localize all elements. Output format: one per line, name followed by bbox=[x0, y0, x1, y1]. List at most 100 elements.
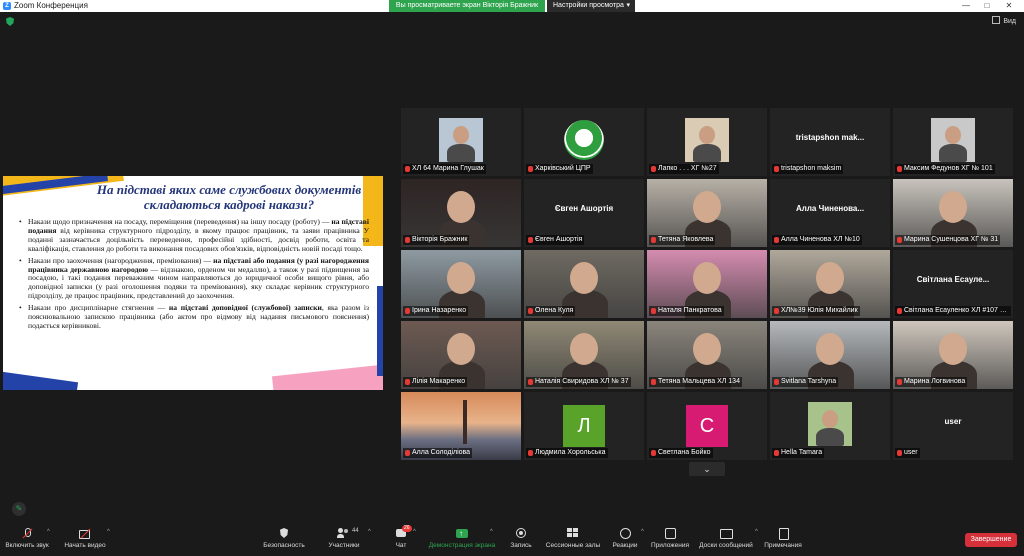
grid-icon bbox=[992, 16, 1001, 24]
breakout-rooms-button[interactable]: Сессионные залы bbox=[545, 526, 601, 554]
share-screen-label: Демонстрация экрана bbox=[428, 542, 496, 549]
participant-name-label: Наталя Панкратова bbox=[649, 306, 724, 316]
participant-tile[interactable]: Олена Куля bbox=[524, 250, 644, 318]
participant-name-label: Євген Ашортія bbox=[526, 235, 585, 245]
end-meeting-button[interactable]: Завершение bbox=[965, 533, 1017, 547]
whiteboards-button[interactable]: Доски сообщений ^ bbox=[698, 526, 758, 554]
caret-up-icon[interactable]: ^ bbox=[368, 529, 371, 535]
participant-silhouette bbox=[453, 126, 469, 144]
participant-name-label: user bbox=[895, 448, 920, 458]
whiteboard-icon bbox=[720, 528, 733, 539]
chat-label: Чат bbox=[395, 542, 407, 549]
participant-name-label: Алла Солоділіова bbox=[403, 448, 473, 458]
participant-tile[interactable]: ХЛ№39 Юлія Михайлик bbox=[770, 250, 890, 318]
chat-badge: 26 bbox=[402, 525, 412, 532]
breakout-rooms-label: Сессионные залы bbox=[545, 542, 601, 549]
participant-tile[interactable]: Алла Солоділіова bbox=[401, 392, 521, 460]
participant-tile[interactable]: Наталія Свиридова ХЛ № 37 bbox=[524, 321, 644, 389]
participant-name-label: Наталія Свиридова ХЛ № 37 bbox=[526, 377, 631, 387]
security-label: Безопасность bbox=[263, 542, 305, 549]
caret-up-icon[interactable]: ^ bbox=[413, 529, 416, 535]
participant-tile[interactable]: Svitlana Tarshyna bbox=[770, 321, 890, 389]
participant-tile[interactable]: Світлана Есауле... Світлана Есауленко ХЛ … bbox=[893, 250, 1013, 318]
participant-silhouette bbox=[699, 126, 715, 144]
participant-tile[interactable]: Лілія Макаренко bbox=[401, 321, 521, 389]
caret-up-icon[interactable]: ^ bbox=[490, 529, 493, 535]
participant-silhouette bbox=[570, 262, 598, 294]
mic-muted-icon bbox=[651, 237, 656, 243]
close-button[interactable]: ✕ bbox=[997, 0, 1021, 12]
participant-silhouette bbox=[447, 262, 475, 294]
view-button[interactable]: Вид bbox=[989, 16, 1019, 28]
participant-silhouette bbox=[816, 333, 844, 365]
participant-tile[interactable]: Вікторія Бражник bbox=[401, 179, 521, 247]
mic-muted-icon bbox=[405, 450, 410, 456]
mic-muted-icon bbox=[897, 379, 902, 385]
participant-name-label: Світлана Есауленко ХЛ #107 Х... bbox=[895, 306, 1011, 316]
participant-name-label: Олена Куля bbox=[526, 306, 576, 316]
camera-off-icon bbox=[79, 528, 91, 539]
participant-silhouette bbox=[939, 144, 967, 162]
caret-up-icon[interactable]: ^ bbox=[755, 529, 758, 535]
chat-button[interactable]: 26 Чат ^ bbox=[388, 525, 416, 554]
mic-muted-icon bbox=[774, 450, 779, 456]
security-button[interactable]: Безопасность bbox=[262, 526, 306, 554]
start-video-button[interactable]: Начать видео ^ bbox=[62, 526, 110, 554]
participant-silhouette bbox=[945, 126, 961, 144]
annotate-pencil-icon[interactable]: ✎ bbox=[12, 502, 26, 516]
apps-icon bbox=[664, 528, 676, 539]
participant-tile[interactable]: Харківський ЦПР bbox=[524, 108, 644, 176]
slide-decoration bbox=[377, 286, 383, 376]
participant-tile[interactable]: Тетяна Мальцева ХЛ 134 bbox=[647, 321, 767, 389]
unmute-label: Включить звук bbox=[5, 542, 49, 549]
notes-button[interactable]: Примечания bbox=[763, 526, 803, 554]
mic-muted-icon bbox=[528, 379, 533, 385]
notes-icon bbox=[777, 528, 789, 540]
share-screen-button[interactable]: ↑ Демонстрация экрана ^ bbox=[428, 526, 496, 554]
participant-tile[interactable]: Hella Tamara bbox=[770, 392, 890, 460]
participant-tile[interactable]: Наталя Панкратова bbox=[647, 250, 767, 318]
gallery-more-chevron-icon[interactable]: ⌄ bbox=[689, 462, 725, 476]
mic-muted-icon bbox=[528, 237, 533, 243]
view-settings-dropdown[interactable]: Настройки просмотра ▾ bbox=[547, 0, 635, 12]
participant-tile[interactable]: ХЛ 64 Марина Глушак bbox=[401, 108, 521, 176]
participant-tile[interactable]: Марина Логвинова bbox=[893, 321, 1013, 389]
participant-tile[interactable]: Ірина Назаренко bbox=[401, 250, 521, 318]
slide-text: Накази про заохочення (нагородження, пре… bbox=[28, 255, 214, 265]
mic-muted-icon bbox=[897, 166, 902, 172]
participant-tile[interactable]: user user bbox=[893, 392, 1013, 460]
participant-tile[interactable]: Л Людмила Хорольська bbox=[524, 392, 644, 460]
participant-tile[interactable]: Марина Сушенцова ХГ № 31 bbox=[893, 179, 1013, 247]
participant-silhouette bbox=[447, 191, 475, 223]
slide-paragraph: Накази щодо призначення на посаду, перем… bbox=[19, 217, 369, 254]
participant-tile[interactable]: Тетяна Яковлева bbox=[647, 179, 767, 247]
caret-up-icon[interactable]: ^ bbox=[47, 529, 50, 535]
start-video-label: Начать видео bbox=[64, 542, 106, 549]
participant-tile[interactable]: Лапко . . . ХГ №27 bbox=[647, 108, 767, 176]
reactions-button[interactable]: Реакции ^ bbox=[612, 526, 644, 554]
mic-muted-icon bbox=[405, 308, 410, 314]
mic-muted-icon bbox=[774, 308, 779, 314]
record-button[interactable]: Запись bbox=[508, 526, 534, 554]
participants-button[interactable]: 44 Участники ^ bbox=[324, 526, 371, 554]
participant-tile[interactable]: С Светлана Бойко bbox=[647, 392, 767, 460]
participant-tile[interactable]: Євген Ашортія Євген Ашортія bbox=[524, 179, 644, 247]
mic-muted-icon bbox=[405, 237, 410, 243]
caret-up-icon[interactable]: ^ bbox=[641, 529, 644, 535]
participant-tile[interactable]: Максим Федунов ХГ № 101 bbox=[893, 108, 1013, 176]
maximize-button[interactable]: □ bbox=[975, 0, 999, 12]
record-icon bbox=[515, 528, 527, 539]
participant-tile[interactable]: tristapshon mak... tristapshon maksim bbox=[770, 108, 890, 176]
slide-text: Накази про дисциплінарне стягнення — bbox=[28, 303, 169, 313]
apps-button[interactable]: Приложения bbox=[650, 526, 690, 554]
unmute-button[interactable]: Включить звук ^ bbox=[4, 526, 50, 554]
mic-muted-icon bbox=[405, 166, 410, 172]
mic-muted-icon bbox=[528, 450, 533, 456]
participant-tile[interactable]: Алла Чиненова... Алла Чиненова ХЛ №10 bbox=[770, 179, 890, 247]
mic-muted-icon bbox=[528, 166, 533, 172]
window-title: Zoom Конференция bbox=[14, 1, 88, 10]
screen-share-banner: Вы просматриваете экран Вікторія Бражник bbox=[389, 0, 545, 12]
participant-name-label: Svitlana Tarshyna bbox=[772, 377, 839, 387]
participants-label: Участники bbox=[328, 542, 360, 549]
caret-up-icon[interactable]: ^ bbox=[107, 529, 110, 535]
